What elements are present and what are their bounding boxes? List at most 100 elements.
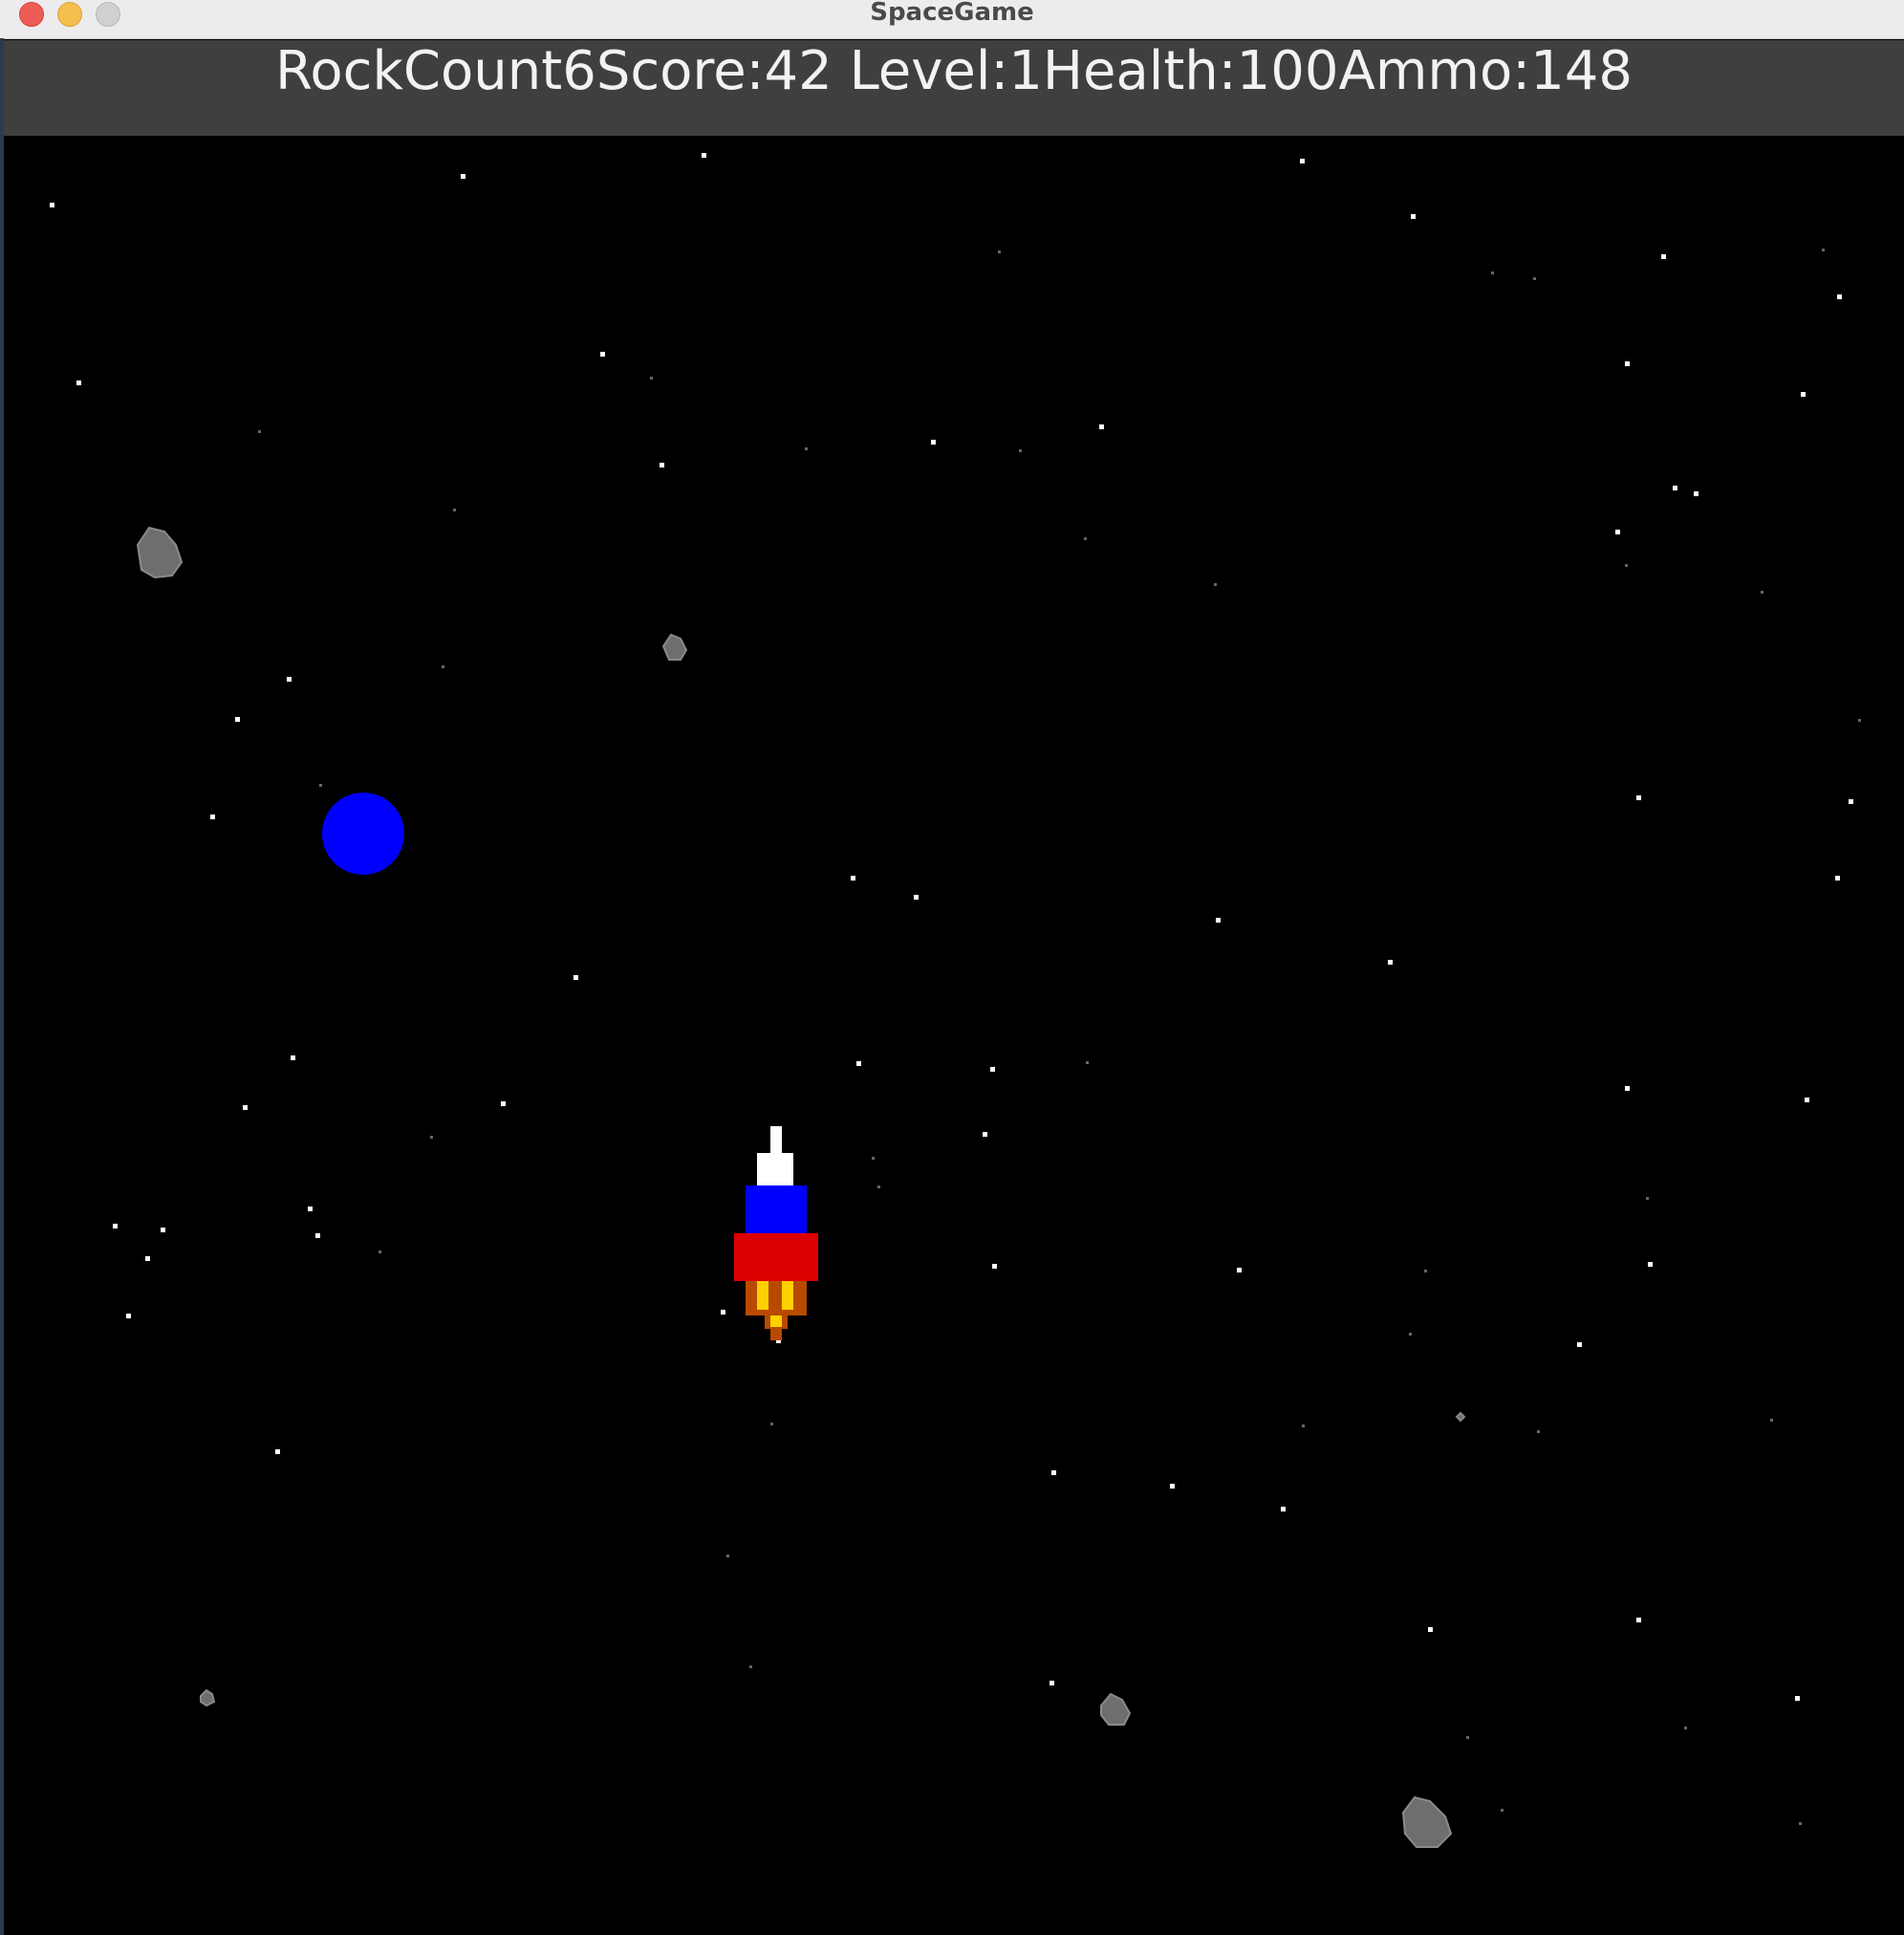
star (291, 1055, 295, 1060)
star (1388, 960, 1393, 965)
star (1636, 1618, 1641, 1622)
star (1849, 799, 1853, 804)
star (243, 1105, 248, 1110)
star (1049, 1681, 1054, 1685)
star (1411, 214, 1416, 219)
star (113, 1224, 118, 1228)
game-canvas[interactable] (4, 136, 1904, 1935)
faint-star (1537, 1430, 1540, 1433)
star (1051, 1470, 1056, 1475)
star (1577, 1342, 1582, 1347)
star (161, 1228, 165, 1232)
star (461, 174, 465, 179)
faint-star (1858, 719, 1861, 722)
window-titlebar[interactable]: SpaceGame (0, 0, 1904, 39)
faint-star (877, 1185, 880, 1188)
faint-star (1501, 1809, 1504, 1812)
star (235, 717, 240, 722)
asteroid-icon (661, 633, 688, 661)
star (702, 153, 706, 158)
star (1625, 1086, 1630, 1091)
star (1281, 1507, 1286, 1511)
star (1694, 491, 1698, 496)
hud-bar: RockCount6Score:42 Level:1Health:100Ammo… (4, 40, 1904, 136)
faint-star (726, 1555, 729, 1557)
star (1795, 1696, 1800, 1701)
star (992, 1264, 997, 1269)
star (660, 463, 664, 467)
faint-star (1822, 249, 1825, 251)
star (501, 1101, 506, 1106)
star (1673, 486, 1677, 490)
star (1625, 361, 1630, 366)
star (1837, 294, 1842, 299)
game-playfield[interactable] (4, 136, 1904, 1935)
faint-star (453, 509, 456, 511)
star (851, 876, 855, 881)
faint-star (1214, 583, 1217, 586)
star (721, 1310, 725, 1315)
faint-star (1799, 1822, 1802, 1825)
asteroid-icon (136, 526, 184, 579)
star (573, 975, 578, 980)
star (600, 352, 605, 357)
faint-star (1466, 1736, 1469, 1739)
star (145, 1256, 150, 1261)
star (1648, 1262, 1653, 1267)
faint-star (770, 1423, 773, 1425)
faint-star (1684, 1727, 1687, 1729)
star (1300, 159, 1305, 163)
rocket-ship-icon[interactable] (734, 1126, 818, 1340)
star (287, 677, 292, 682)
faint-star (650, 377, 653, 380)
faint-star (1019, 449, 1022, 452)
starfield (50, 153, 1861, 1825)
star (1237, 1268, 1242, 1272)
star (931, 440, 936, 445)
star (1170, 1484, 1175, 1489)
star (1801, 392, 1806, 397)
star (315, 1233, 320, 1238)
faint-star (998, 250, 1001, 253)
star (210, 815, 215, 819)
blue-planet-icon (322, 793, 404, 875)
star (914, 895, 919, 900)
faint-star (1409, 1333, 1412, 1336)
faint-star (1491, 272, 1494, 274)
faint-star (805, 447, 808, 450)
window-title: SpaceGame (870, 0, 1034, 27)
faint-star (1424, 1270, 1427, 1272)
faint-star (379, 1250, 381, 1253)
star (1615, 530, 1620, 534)
faint-star (872, 1157, 875, 1160)
faint-star (258, 430, 261, 433)
star (1805, 1098, 1809, 1102)
star (1835, 876, 1840, 881)
faint-star (1646, 1197, 1649, 1200)
faint-star (1770, 1419, 1773, 1422)
asteroid-icon (1455, 1411, 1466, 1423)
faint-star (1302, 1424, 1305, 1427)
faint-star (1625, 564, 1628, 567)
faint-star (319, 784, 322, 787)
asteroid-icon (1100, 1692, 1132, 1726)
faint-star (430, 1136, 433, 1139)
star (990, 1067, 995, 1072)
asteroid-icon (200, 1688, 216, 1707)
asteroid-icon (1401, 1795, 1453, 1848)
star (126, 1314, 131, 1318)
faint-star (1086, 1061, 1089, 1064)
star (856, 1061, 861, 1066)
faint-star (1533, 277, 1536, 280)
star (1636, 795, 1641, 800)
star (275, 1449, 280, 1454)
star (983, 1132, 987, 1137)
star (76, 380, 81, 385)
faint-star (1084, 537, 1087, 540)
star (1428, 1627, 1433, 1632)
faint-star (749, 1665, 752, 1668)
faint-star (1761, 591, 1763, 594)
star (1099, 424, 1104, 429)
star (1216, 918, 1221, 923)
star (308, 1207, 313, 1211)
